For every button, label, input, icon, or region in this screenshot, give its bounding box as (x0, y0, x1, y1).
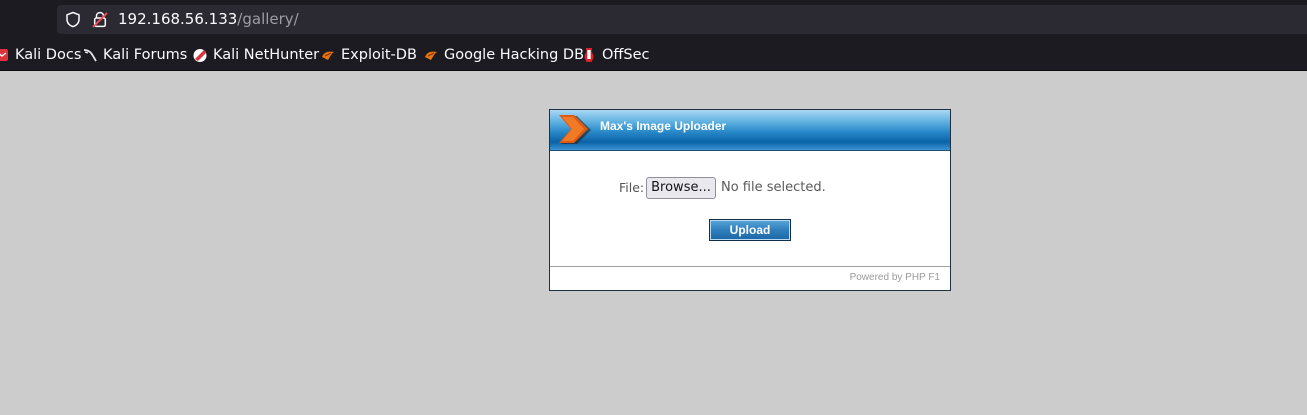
url-host: 192.168.56.133 (118, 10, 238, 28)
bookmark-label: Google Hacking DB (444, 47, 585, 63)
browse-button[interactable]: Browse... (646, 177, 716, 199)
bookmark-exploit-db[interactable]: Exploit-DB (320, 45, 417, 65)
bookmark-label: Kali NetHunter (213, 47, 320, 63)
bookmarks-toolbar: Kali Docs Kali Forums Kali NetHunter Exp… (0, 40, 1307, 70)
bookmark-kali-forums[interactable]: Kali Forums (82, 45, 187, 65)
panel-header: Max's Image Uploader (550, 110, 950, 151)
bookmark-kali-nethunter[interactable]: Kali NetHunter (192, 45, 319, 65)
lock-icon[interactable] (92, 11, 108, 28)
kali-nethunter-icon (192, 47, 208, 63)
offsec-icon (581, 47, 597, 63)
file-label: File: (619, 180, 645, 195)
image-uploader-panel: Max's Image Uploader File: Browse... No … (549, 109, 951, 291)
kali-forums-icon (82, 47, 98, 63)
browser-chrome: 192.168.56.133/gallery/ Kali Docs Kali F… (0, 0, 1307, 71)
footer-divider (550, 266, 950, 267)
upload-button[interactable]: Upload (709, 219, 791, 241)
url-path: /gallery/ (237, 10, 299, 28)
file-selection-status: No file selected. (721, 180, 826, 195)
toolbar-divider (0, 70, 1307, 71)
bookmark-google-hacking-db[interactable]: Google Hacking DB (423, 45, 584, 65)
chevron-logo-icon (559, 115, 591, 144)
url-text[interactable]: 192.168.56.133/gallery/ (118, 10, 299, 29)
bookmark-label: Kali Docs (15, 47, 82, 63)
bookmark-offsec[interactable]: OffSec (581, 45, 650, 65)
bookmark-label: Exploit-DB (341, 47, 417, 63)
address-bar[interactable]: 192.168.56.133/gallery/ (57, 5, 1307, 34)
shield-icon[interactable] (65, 11, 81, 28)
bookmark-label: OffSec (602, 47, 650, 63)
bookmark-kali-docs[interactable]: Kali Docs (0, 45, 81, 65)
google-hacking-db-icon (423, 47, 439, 63)
powered-by-text: Powered by PHP F1 (849, 272, 940, 283)
exploit-db-icon (320, 47, 336, 63)
kali-docs-icon (0, 47, 10, 63)
panel-title: Max's Image Uploader (600, 119, 727, 133)
bookmark-label: Kali Forums (103, 47, 188, 63)
